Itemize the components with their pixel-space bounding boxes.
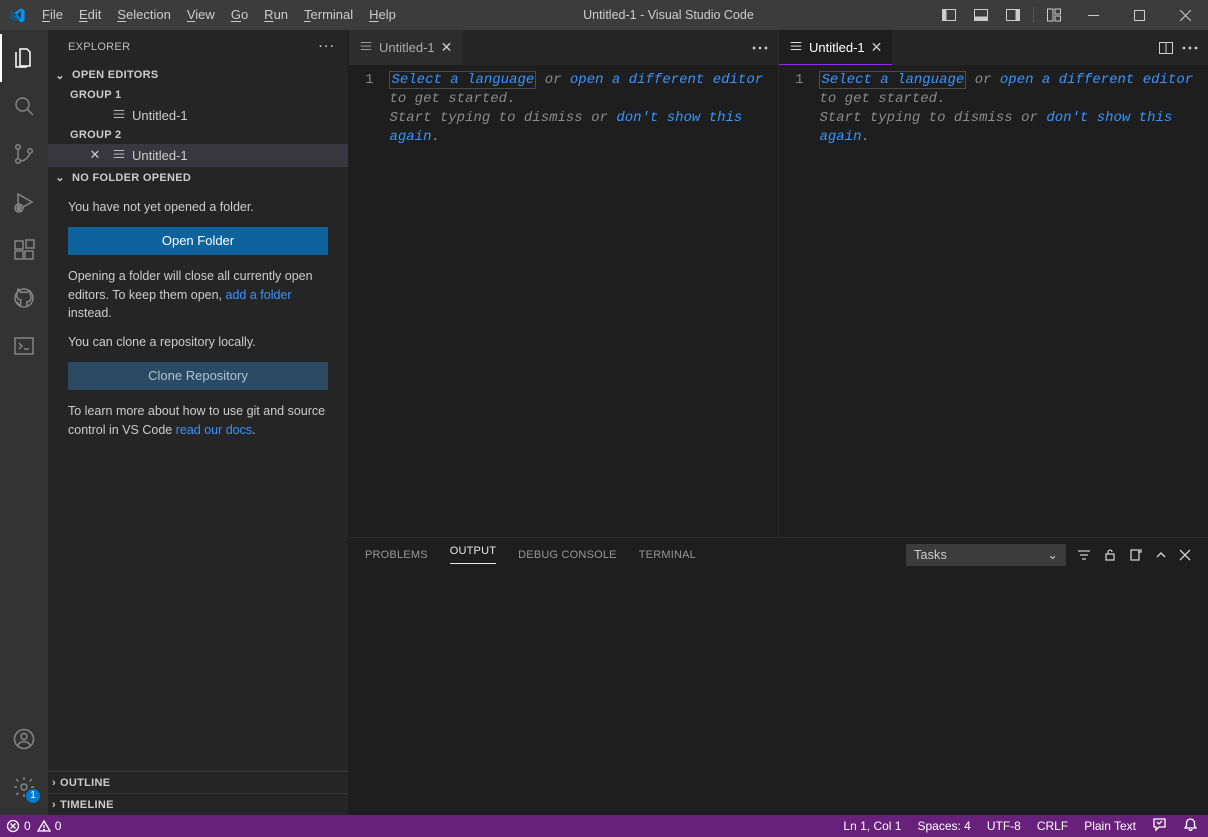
close-panel-icon[interactable] <box>1178 548 1192 562</box>
editor-group-1: Untitled-1 ✕ 1 Select a language or open… <box>349 30 779 537</box>
menu-run[interactable]: Run <box>256 0 296 30</box>
clone-repository-button[interactable]: Clone Repository <box>68 362 328 390</box>
line-number: 1 <box>349 65 389 537</box>
title-bar: File Edit Selection View Go Run Terminal… <box>0 0 1208 30</box>
no-folder-content: You have not yet opened a folder. Open F… <box>48 188 348 449</box>
menu-bar: File Edit Selection View Go Run Terminal… <box>34 0 404 30</box>
menu-edit[interactable]: Edit <box>71 0 109 30</box>
outline-header[interactable]: › OUTLINE <box>48 771 348 793</box>
status-warnings[interactable]: 0 <box>37 819 62 833</box>
editor-tabs-2: Untitled-1 ✕ <box>779 30 1208 65</box>
editor-tab-active[interactable]: Untitled-1 ✕ <box>779 30 892 65</box>
editor-group-2: Untitled-1 ✕ 1 Select a language or open… <box>779 30 1208 537</box>
panel-tab-terminal[interactable]: TERMINAL <box>639 549 696 561</box>
clear-output-icon[interactable] <box>1128 547 1144 563</box>
toggle-primary-sidebar-icon[interactable] <box>933 0 965 30</box>
sidebar-explorer: EXPLORER ··· ⌄ OPEN EDITORS GROUP 1 Unti… <box>48 30 349 815</box>
menu-terminal[interactable]: Terminal <box>296 0 361 30</box>
activity-bar: 1 <box>0 30 48 815</box>
open-editors-header[interactable]: ⌄ OPEN EDITORS <box>48 64 348 86</box>
chevron-up-icon[interactable] <box>1154 548 1168 562</box>
file-icon <box>789 39 803 56</box>
file-icon <box>359 39 373 56</box>
status-eol[interactable]: CRLF <box>1037 819 1068 833</box>
status-ln-col[interactable]: Ln 1, Col 1 <box>843 819 901 833</box>
status-errors[interactable]: 0 <box>6 819 31 833</box>
read-docs-link[interactable]: read our docs <box>176 423 252 437</box>
activity-github-icon[interactable] <box>0 274 48 322</box>
split-editor-icon[interactable] <box>1158 40 1174 56</box>
no-folder-header[interactable]: ⌄ NO FOLDER OPENED <box>48 166 348 188</box>
close-tab-icon[interactable]: ✕ <box>871 39 883 56</box>
activity-source-control-icon[interactable] <box>0 130 48 178</box>
customize-layout-icon[interactable] <box>1038 0 1070 30</box>
notifications-icon[interactable] <box>1183 817 1198 835</box>
status-language[interactable]: Plain Text <box>1084 819 1136 833</box>
settings-badge: 1 <box>26 789 40 803</box>
status-encoding[interactable]: UTF-8 <box>987 819 1021 833</box>
menu-view[interactable]: View <box>179 0 223 30</box>
activity-extensions-icon[interactable] <box>0 226 48 274</box>
menu-go[interactable]: Go <box>223 0 256 30</box>
menu-selection[interactable]: Selection <box>109 0 178 30</box>
activity-accounts-icon[interactable] <box>0 715 48 763</box>
panel-tab-output[interactable]: OUTPUT <box>450 545 496 564</box>
add-folder-link[interactable]: add a folder <box>226 288 292 302</box>
close-editor-icon[interactable]: ✕ <box>84 147 106 163</box>
group-2-label: GROUP 2 <box>48 126 348 144</box>
output-channel-select[interactable]: Tasks ⌄ <box>906 544 1066 566</box>
file-icon <box>112 107 126 124</box>
activity-run-debug-icon[interactable] <box>0 178 48 226</box>
sidebar-title: EXPLORER <box>68 41 130 53</box>
open-folder-button[interactable]: Open Folder <box>68 227 328 255</box>
file-icon <box>112 147 126 164</box>
activity-terminal-icon[interactable] <box>0 322 48 370</box>
status-bar: 0 0 Ln 1, Col 1 Spaces: 4 UTF-8 CRLF Pla… <box>0 815 1208 837</box>
minimize-button[interactable] <box>1070 0 1116 30</box>
panel-tab-debug[interactable]: DEBUG CONSOLE <box>518 549 617 561</box>
menu-help[interactable]: Help <box>361 0 404 30</box>
menu-file[interactable]: File <box>34 0 71 30</box>
chevron-right-icon: › <box>52 799 56 811</box>
activity-settings-icon[interactable]: 1 <box>0 763 48 811</box>
close-tab-icon[interactable]: ✕ <box>441 39 453 56</box>
window-title: Untitled-1 - Visual Studio Code <box>404 8 933 22</box>
timeline-header[interactable]: › TIMELINE <box>48 793 348 815</box>
editor-tab[interactable]: Untitled-1 ✕ <box>349 30 462 65</box>
tab-more-icon[interactable] <box>1182 46 1198 50</box>
filter-icon[interactable] <box>1076 547 1092 563</box>
tab-more-icon[interactable] <box>752 46 768 50</box>
line-number: 1 <box>779 65 819 537</box>
feedback-icon[interactable] <box>1152 817 1167 835</box>
toggle-panel-icon[interactable] <box>965 0 997 30</box>
status-spaces[interactable]: Spaces: 4 <box>917 819 970 833</box>
open-editor-item[interactable]: Untitled-1 <box>48 104 348 126</box>
vscode-logo-icon <box>0 7 34 24</box>
lock-icon[interactable] <box>1102 547 1118 563</box>
panel-tab-problems[interactable]: PROBLEMS <box>365 549 428 561</box>
chevron-down-icon: ⌄ <box>52 69 68 82</box>
toggle-secondary-sidebar-icon[interactable] <box>997 0 1029 30</box>
group-1-label: GROUP 1 <box>48 86 348 104</box>
sidebar-more-icon[interactable]: ··· <box>319 41 336 53</box>
title-right <box>933 0 1208 30</box>
chevron-right-icon: › <box>52 777 56 789</box>
maximize-button[interactable] <box>1116 0 1162 30</box>
chevron-down-icon: ⌄ <box>1047 547 1058 562</box>
chevron-down-icon: ⌄ <box>52 171 68 184</box>
activity-explorer-icon[interactable] <box>0 34 48 82</box>
bottom-panel: PROBLEMS OUTPUT DEBUG CONSOLE TERMINAL T… <box>349 537 1208 815</box>
editor-body-2[interactable]: 1 Select a language or open a different … <box>779 65 1208 537</box>
open-editor-item-active[interactable]: ✕ Untitled-1 <box>48 144 348 166</box>
close-button[interactable] <box>1162 0 1208 30</box>
editor-tabs-1: Untitled-1 ✕ <box>349 30 778 65</box>
activity-search-icon[interactable] <box>0 82 48 130</box>
editor-body-1[interactable]: 1 Select a language or open a different … <box>349 65 778 537</box>
